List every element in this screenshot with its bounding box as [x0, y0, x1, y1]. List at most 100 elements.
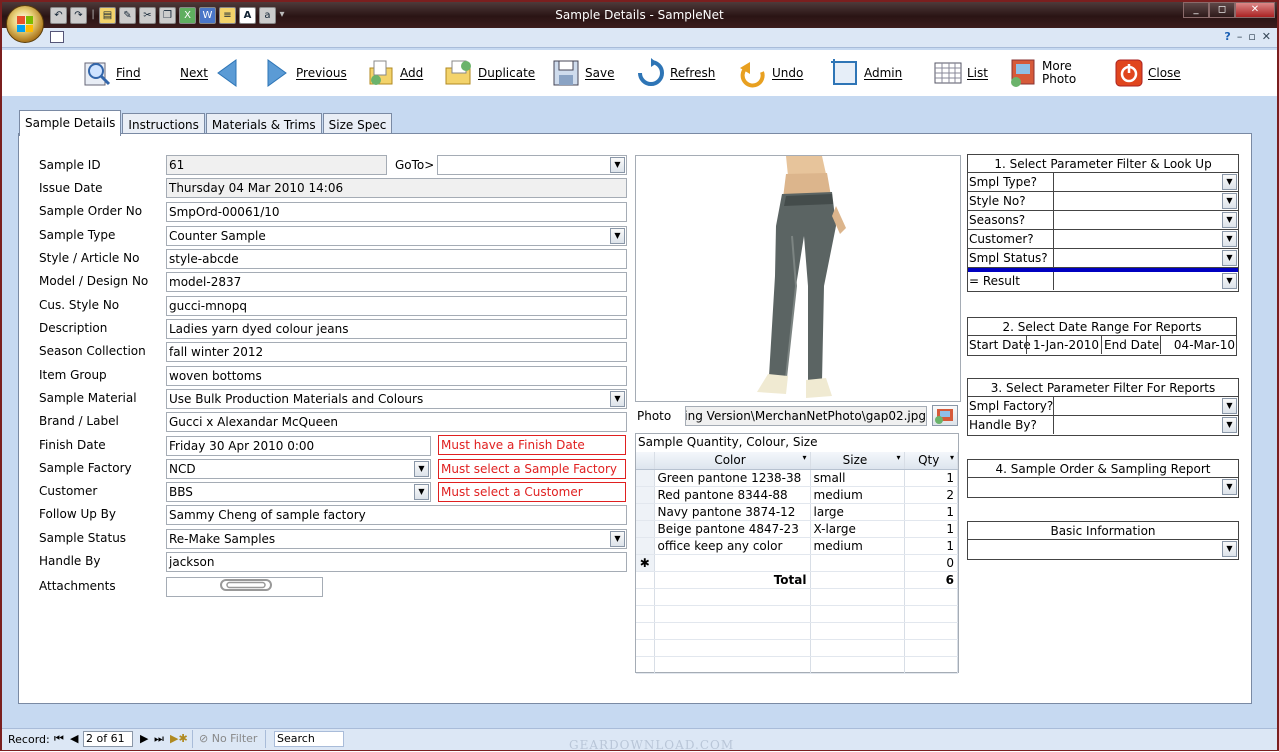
- chevron-down-icon[interactable]: ▼: [1222, 231, 1237, 247]
- sampling-report-select[interactable]: ▼: [968, 478, 1238, 497]
- param-select[interactable]: ▼: [1053, 249, 1238, 267]
- size-cell[interactable]: medium: [810, 537, 905, 555]
- color-cell[interactable]: Navy pantone 3874-12: [654, 503, 811, 521]
- doc-close-icon[interactable]: ✕: [1262, 30, 1271, 43]
- chevron-down-icon[interactable]: ▼: [1222, 193, 1237, 209]
- sort-dropdown-icon[interactable]: ▾: [896, 453, 900, 462]
- customer-select[interactable]: BBS ▼: [166, 482, 431, 502]
- brand-label-field[interactable]: Gucci x Alexandar McQueen: [166, 412, 627, 432]
- param-row[interactable]: Handle By? ▼: [968, 416, 1238, 435]
- chevron-down-icon[interactable]: ▼: [610, 157, 625, 173]
- param-select[interactable]: ▼: [1053, 192, 1238, 210]
- table-row[interactable]: Green pantone 1238-38 small 1: [636, 469, 958, 487]
- new-qty-cell[interactable]: 0: [904, 554, 958, 572]
- param-select[interactable]: ▼: [1053, 397, 1238, 415]
- size-cell[interactable]: small: [810, 469, 905, 487]
- result-select[interactable]: ▼: [1053, 272, 1238, 290]
- chevron-down-icon[interactable]: ▼: [1222, 417, 1237, 433]
- chevron-down-icon[interactable]: ▼: [1222, 273, 1237, 289]
- sample-factory-select[interactable]: NCD ▼: [166, 459, 431, 479]
- param-row[interactable]: Style No? ▼: [968, 192, 1238, 211]
- chevron-down-icon[interactable]: ▼: [1222, 479, 1237, 495]
- tab-sample-details[interactable]: Sample Details: [19, 110, 122, 136]
- chevron-down-icon[interactable]: ▼: [414, 484, 429, 500]
- chevron-down-icon[interactable]: ▼: [610, 531, 625, 547]
- table-row[interactable]: Navy pantone 3874-12 large 1: [636, 503, 958, 521]
- row-selector[interactable]: [636, 486, 655, 504]
- browse-photo-button[interactable]: [932, 405, 958, 426]
- finish-date-field[interactable]: Friday 30 Apr 2010 0:00: [166, 436, 431, 456]
- sample-status-select[interactable]: Re-Make Samples ▼: [166, 529, 627, 549]
- attachments-field[interactable]: [166, 577, 323, 597]
- result-row[interactable]: = Result ▼: [968, 272, 1238, 291]
- refresh-button[interactable]: Refresh: [636, 58, 715, 88]
- param-row[interactable]: Smpl Status? ▼: [968, 249, 1238, 268]
- new-size-cell[interactable]: [810, 554, 905, 572]
- record-number-field[interactable]: 2 of 61: [83, 731, 133, 747]
- chevron-down-icon[interactable]: ▼: [1222, 212, 1237, 228]
- search-input[interactable]: Search: [274, 731, 344, 747]
- row-selector[interactable]: [636, 469, 655, 487]
- photo-path-field[interactable]: king Version\MerchanNetPhoto\gap02.jpg: [685, 406, 927, 426]
- qty-cell[interactable]: 1: [904, 469, 958, 487]
- chevron-down-icon[interactable]: ▼: [1222, 174, 1237, 190]
- param-select[interactable]: ▼: [1053, 230, 1238, 248]
- table-row[interactable]: Beige pantone 4847-23 X-large 1: [636, 520, 958, 538]
- select-all-corner[interactable]: [636, 452, 655, 470]
- end-date-field[interactable]: 04-Mar-10: [1160, 336, 1237, 354]
- next-record-icon[interactable]: ▶: [140, 732, 148, 745]
- doc-minimize-icon[interactable]: –: [1237, 30, 1243, 43]
- previous-button[interactable]: Previous: [262, 58, 347, 88]
- sample-type-select[interactable]: Counter Sample ▼: [166, 226, 627, 246]
- admin-button[interactable]: Admin: [830, 58, 902, 88]
- qty-column-header[interactable]: Qty ▾: [904, 452, 958, 470]
- doc-restore-icon[interactable]: ▫: [1248, 30, 1255, 43]
- sample-order-no-field[interactable]: SmpOrd-00061/10: [166, 202, 627, 222]
- size-cell[interactable]: large: [810, 503, 905, 521]
- qty-cell[interactable]: 1: [904, 537, 958, 555]
- param-select[interactable]: ▼: [1053, 211, 1238, 229]
- qty-cell[interactable]: 1: [904, 503, 958, 521]
- close-window-button[interactable]: ✕: [1235, 2, 1275, 18]
- model-design-no-field[interactable]: model-2837: [166, 272, 627, 292]
- prev-record-icon[interactable]: ◀: [70, 732, 78, 745]
- new-record-icon[interactable]: ▶✱: [170, 732, 188, 745]
- new-row[interactable]: ✱ 0: [636, 554, 958, 572]
- row-selector[interactable]: [636, 503, 655, 521]
- description-field[interactable]: Ladies yarn dyed colour jeans: [166, 319, 627, 339]
- color-cell[interactable]: office keep any color: [654, 537, 811, 555]
- close-button[interactable]: Close: [1114, 58, 1181, 88]
- last-record-icon[interactable]: ⏭: [154, 732, 164, 746]
- document-icon[interactable]: [50, 31, 64, 43]
- param-select[interactable]: ▼: [1053, 173, 1238, 191]
- goto-select[interactable]: ▼: [437, 155, 627, 175]
- item-group-field[interactable]: woven bottoms: [166, 366, 627, 386]
- duplicate-button[interactable]: Duplicate: [444, 58, 535, 88]
- sample-photo[interactable]: [635, 155, 961, 402]
- sort-dropdown-icon[interactable]: ▾: [802, 453, 806, 462]
- chevron-down-icon[interactable]: ▼: [414, 461, 429, 477]
- chevron-down-icon[interactable]: ▼: [610, 228, 625, 244]
- handle-by-field[interactable]: jackson: [166, 552, 627, 572]
- color-column-header[interactable]: Color ▾: [654, 452, 811, 470]
- help-icon[interactable]: ?: [1224, 30, 1230, 43]
- chevron-down-icon[interactable]: ▼: [1222, 250, 1237, 266]
- basic-info-select[interactable]: ▼: [968, 540, 1238, 559]
- size-cell[interactable]: X-large: [810, 520, 905, 538]
- sample-id-field[interactable]: 61: [166, 155, 387, 175]
- param-row[interactable]: Smpl Factory? ▼: [968, 397, 1238, 416]
- color-cell[interactable]: Red pantone 8344-88: [654, 486, 811, 504]
- qty-cell[interactable]: 2: [904, 486, 958, 504]
- color-cell[interactable]: Beige pantone 4847-23: [654, 520, 811, 538]
- param-row[interactable]: Customer? ▼: [968, 230, 1238, 249]
- row-selector[interactable]: [636, 537, 655, 555]
- size-column-header[interactable]: Size ▾: [810, 452, 905, 470]
- table-row[interactable]: office keep any color medium 1: [636, 537, 958, 555]
- sample-material-select[interactable]: Use Bulk Production Materials and Colour…: [166, 389, 627, 409]
- row-selector[interactable]: [636, 520, 655, 538]
- chevron-down-icon[interactable]: ▼: [1222, 541, 1237, 557]
- style-article-no-field[interactable]: style-abcde: [166, 249, 627, 269]
- param-select[interactable]: ▼: [1053, 416, 1238, 434]
- sort-dropdown-icon[interactable]: ▾: [950, 453, 954, 462]
- more-photo-button[interactable]: More Photo: [1008, 58, 1076, 88]
